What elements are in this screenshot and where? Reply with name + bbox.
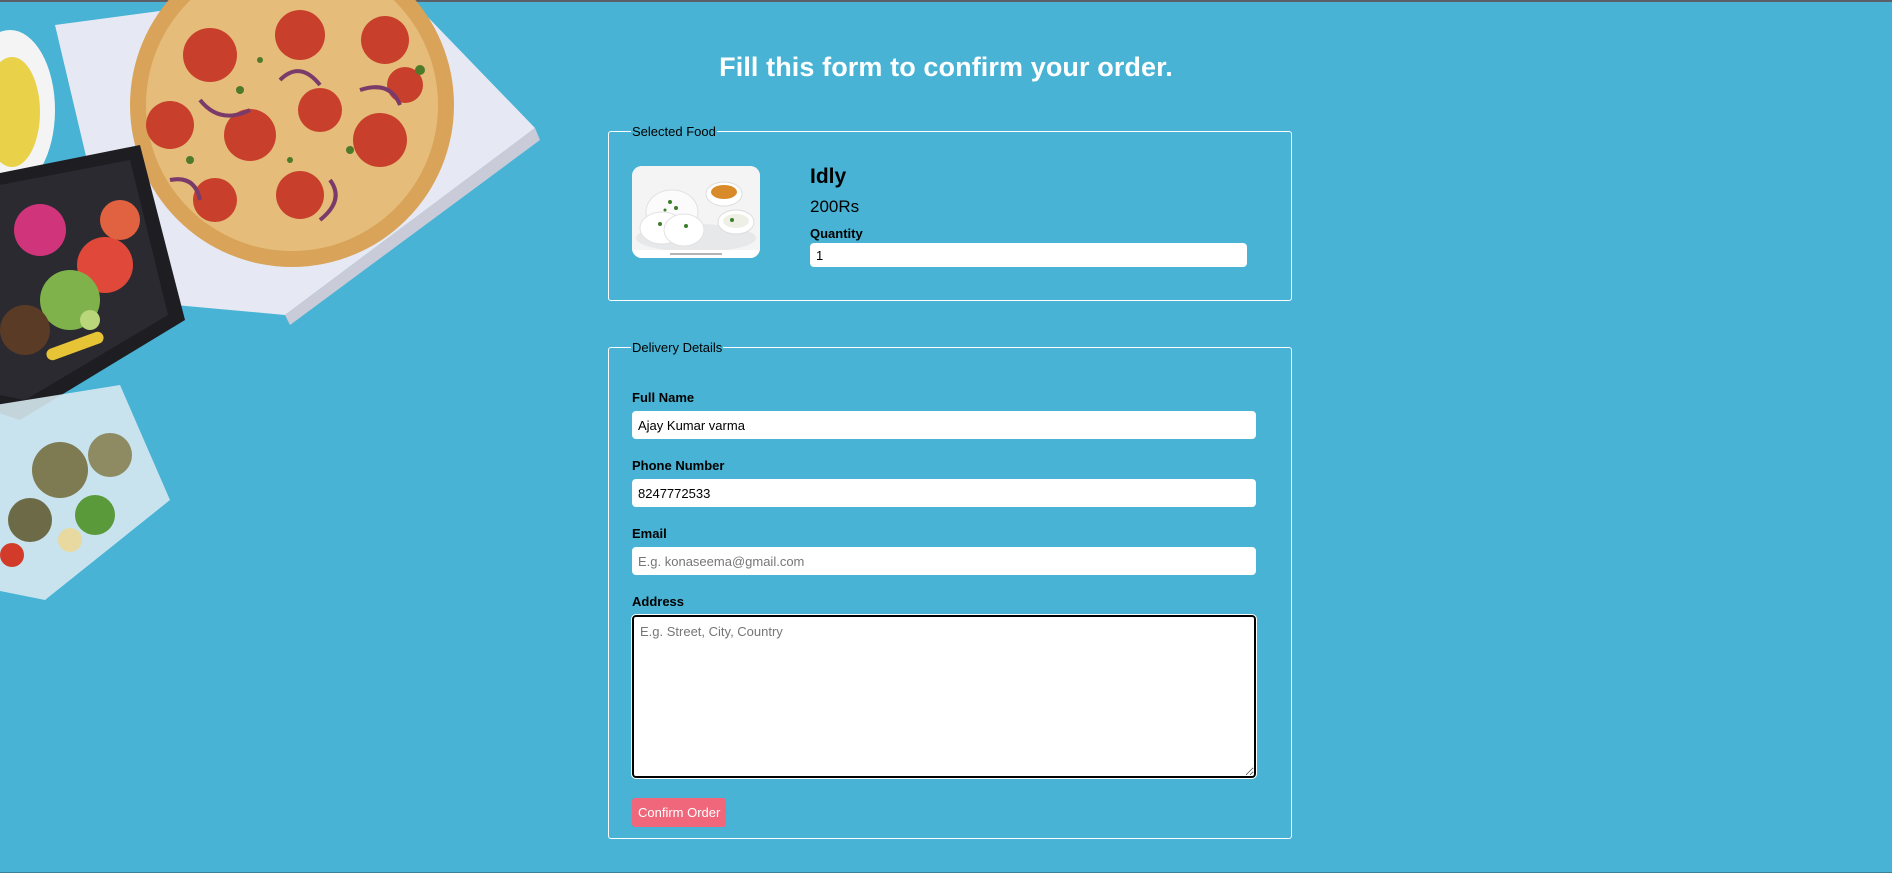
food-background-image — [0, 0, 540, 600]
phone-number-input[interactable] — [632, 479, 1256, 507]
quantity-input[interactable] — [810, 243, 1247, 267]
phone-number-field: Phone Number — [632, 458, 1256, 507]
email-field: Email — [632, 526, 1256, 575]
selected-food-fieldset: Selected Food Idly 200Rs Quantity — [608, 124, 1292, 301]
food-image — [632, 166, 760, 258]
food-info: Idly 200Rs Quantity — [810, 165, 1247, 267]
full-name-label: Full Name — [632, 390, 695, 405]
phone-number-label: Phone Number — [632, 458, 725, 473]
address-label: Address — [632, 594, 685, 609]
email-input[interactable] — [632, 547, 1256, 575]
full-name-field: Full Name — [632, 390, 1256, 439]
page-title: Fill this form to confirm your order. — [719, 52, 1173, 82]
address-field: Address — [631, 594, 1257, 779]
full-name-input[interactable] — [632, 411, 1256, 439]
address-textarea[interactable] — [631, 614, 1257, 779]
quantity-label: Quantity — [810, 226, 863, 241]
food-name: Idly — [810, 165, 847, 188]
selected-food-legend: Selected Food — [632, 124, 716, 139]
email-label: Email — [632, 526, 667, 541]
delivery-details-fieldset: Delivery Details Full Name Phone Number … — [608, 340, 1292, 839]
grilled-container-shape — [0, 385, 170, 600]
delivery-details-legend: Delivery Details — [632, 340, 723, 355]
food-price: 200Rs — [810, 197, 860, 216]
confirm-order-button[interactable]: Confirm Order — [632, 798, 727, 827]
